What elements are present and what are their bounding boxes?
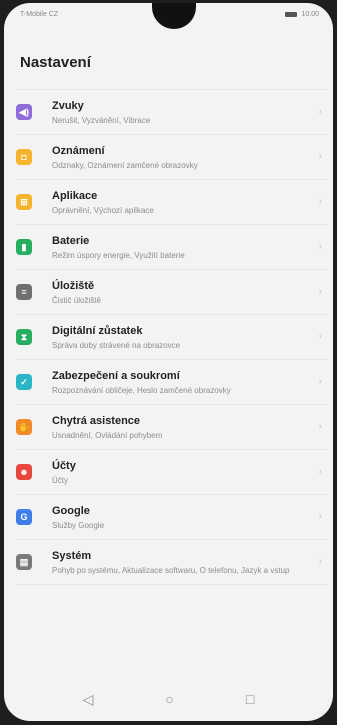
chevron-right-icon: › [318, 196, 322, 207]
system-icon: ▤ [16, 554, 32, 570]
settings-item-aplikace[interactable]: ⊞ Aplikace Oprávnění, Výchozí aplikace › [16, 180, 328, 225]
item-sublabel: Oprávnění, Výchozí aplikace [52, 206, 154, 215]
navigation-bar: ◁ ○ □ [4, 677, 333, 721]
chevron-right-icon: › [318, 151, 322, 162]
phone-screen: T-Mobile CZ 10:00 Nastavení ◀) Zvuky Ner… [4, 3, 333, 721]
volume-icon: ◀) [16, 104, 32, 120]
item-label: Úložiště [52, 280, 95, 292]
home-icon[interactable]: ○ [165, 691, 173, 707]
notification-icon: ◘ [16, 149, 32, 165]
item-label: Google [52, 505, 90, 517]
settings-item-oznameni[interactable]: ◘ Oznámení Odznaky, Oznámení zamčené obr… [16, 135, 328, 180]
chevron-right-icon: › [318, 241, 322, 252]
settings-item-ucty[interactable]: ☻ Účty Účty › [16, 450, 328, 495]
item-sublabel: Správa doby strávené na obrazovce [52, 341, 181, 350]
battery-time: 10:00 [285, 11, 319, 18]
storage-icon: ≡ [16, 284, 32, 300]
item-sublabel: Rozpoznávání obličeje, Heslo zamčené obr… [52, 386, 231, 395]
clock: 10:00 [301, 11, 319, 18]
battery-icon: ▮ [16, 239, 32, 255]
recents-icon[interactable]: □ [246, 691, 254, 707]
settings-item-baterie[interactable]: ▮ Baterie Režim úspory energie, Využití … [16, 225, 328, 270]
item-label: Zabezpečení a soukromí [52, 370, 180, 382]
settings-item-zvuky[interactable]: ◀) Zvuky Nerušit, Vyzvánění, Vibrace › [16, 89, 328, 135]
chevron-right-icon: › [318, 106, 322, 117]
back-icon[interactable]: ◁ [83, 691, 94, 708]
item-label: Oznámení [52, 145, 105, 157]
hourglass-icon: ⧗ [16, 329, 32, 345]
item-sublabel: Pohyb po systému, Aktualizace softwaru, … [52, 566, 290, 575]
settings-item-uloziste[interactable]: ≡ Úložiště Čistič úložiště › [16, 270, 328, 315]
item-label: Chytrá asistence [52, 415, 141, 427]
settings-item-chytra-asistence[interactable]: ✋ Chytrá asistence Usnadnění, Ovládání p… [16, 405, 328, 450]
item-sublabel: Čistič úložiště [52, 296, 101, 305]
item-label: Účty [52, 460, 76, 472]
apps-icon: ⊞ [16, 194, 32, 210]
page-title: Nastavení [20, 54, 91, 71]
chevron-right-icon: › [318, 286, 322, 297]
settings-item-digitalni-zustatek[interactable]: ⧗ Digitální zůstatek Správa doby stráven… [16, 315, 328, 360]
item-label: Zvuky [52, 100, 84, 112]
chevron-right-icon: › [318, 466, 322, 477]
shield-icon: ✓ [16, 374, 32, 390]
item-label: Aplikace [52, 190, 98, 202]
item-sublabel: Odznaky, Oznámení zamčené obrazovky [52, 161, 198, 170]
item-sublabel: Nerušit, Vyzvánění, Vibrace [52, 116, 151, 125]
chevron-right-icon: › [318, 511, 322, 522]
carrier-label: T-Mobile CZ [20, 11, 59, 18]
item-sublabel: Režim úspory energie, Využití baterie [52, 251, 185, 260]
item-label: Baterie [52, 235, 90, 247]
chevron-right-icon: › [318, 421, 322, 432]
item-sublabel: Usnadnění, Ovládání pohybem [52, 431, 163, 440]
settings-list: ◀) Zvuky Nerušit, Vyzvánění, Vibrace › ◘… [16, 89, 328, 585]
item-sublabel: Účty [52, 476, 68, 485]
hand-icon: ✋ [16, 419, 32, 435]
google-icon: G [16, 509, 32, 525]
item-label: Digitální zůstatek [52, 325, 143, 337]
settings-item-system[interactable]: ▤ Systém Pohyb po systému, Aktualizace s… [16, 540, 328, 585]
item-sublabel: Služby Google [52, 521, 105, 530]
chevron-right-icon: › [318, 331, 322, 342]
settings-item-google[interactable]: G Google Služby Google › [16, 495, 328, 540]
item-label: Systém [52, 550, 92, 562]
battery-icon [285, 12, 298, 17]
chevron-right-icon: › [318, 376, 322, 387]
user-icon: ☻ [16, 464, 32, 480]
chevron-right-icon: › [318, 556, 322, 567]
settings-item-zabezpeceni[interactable]: ✓ Zabezpečení a soukromí Rozpoznávání ob… [16, 360, 328, 405]
